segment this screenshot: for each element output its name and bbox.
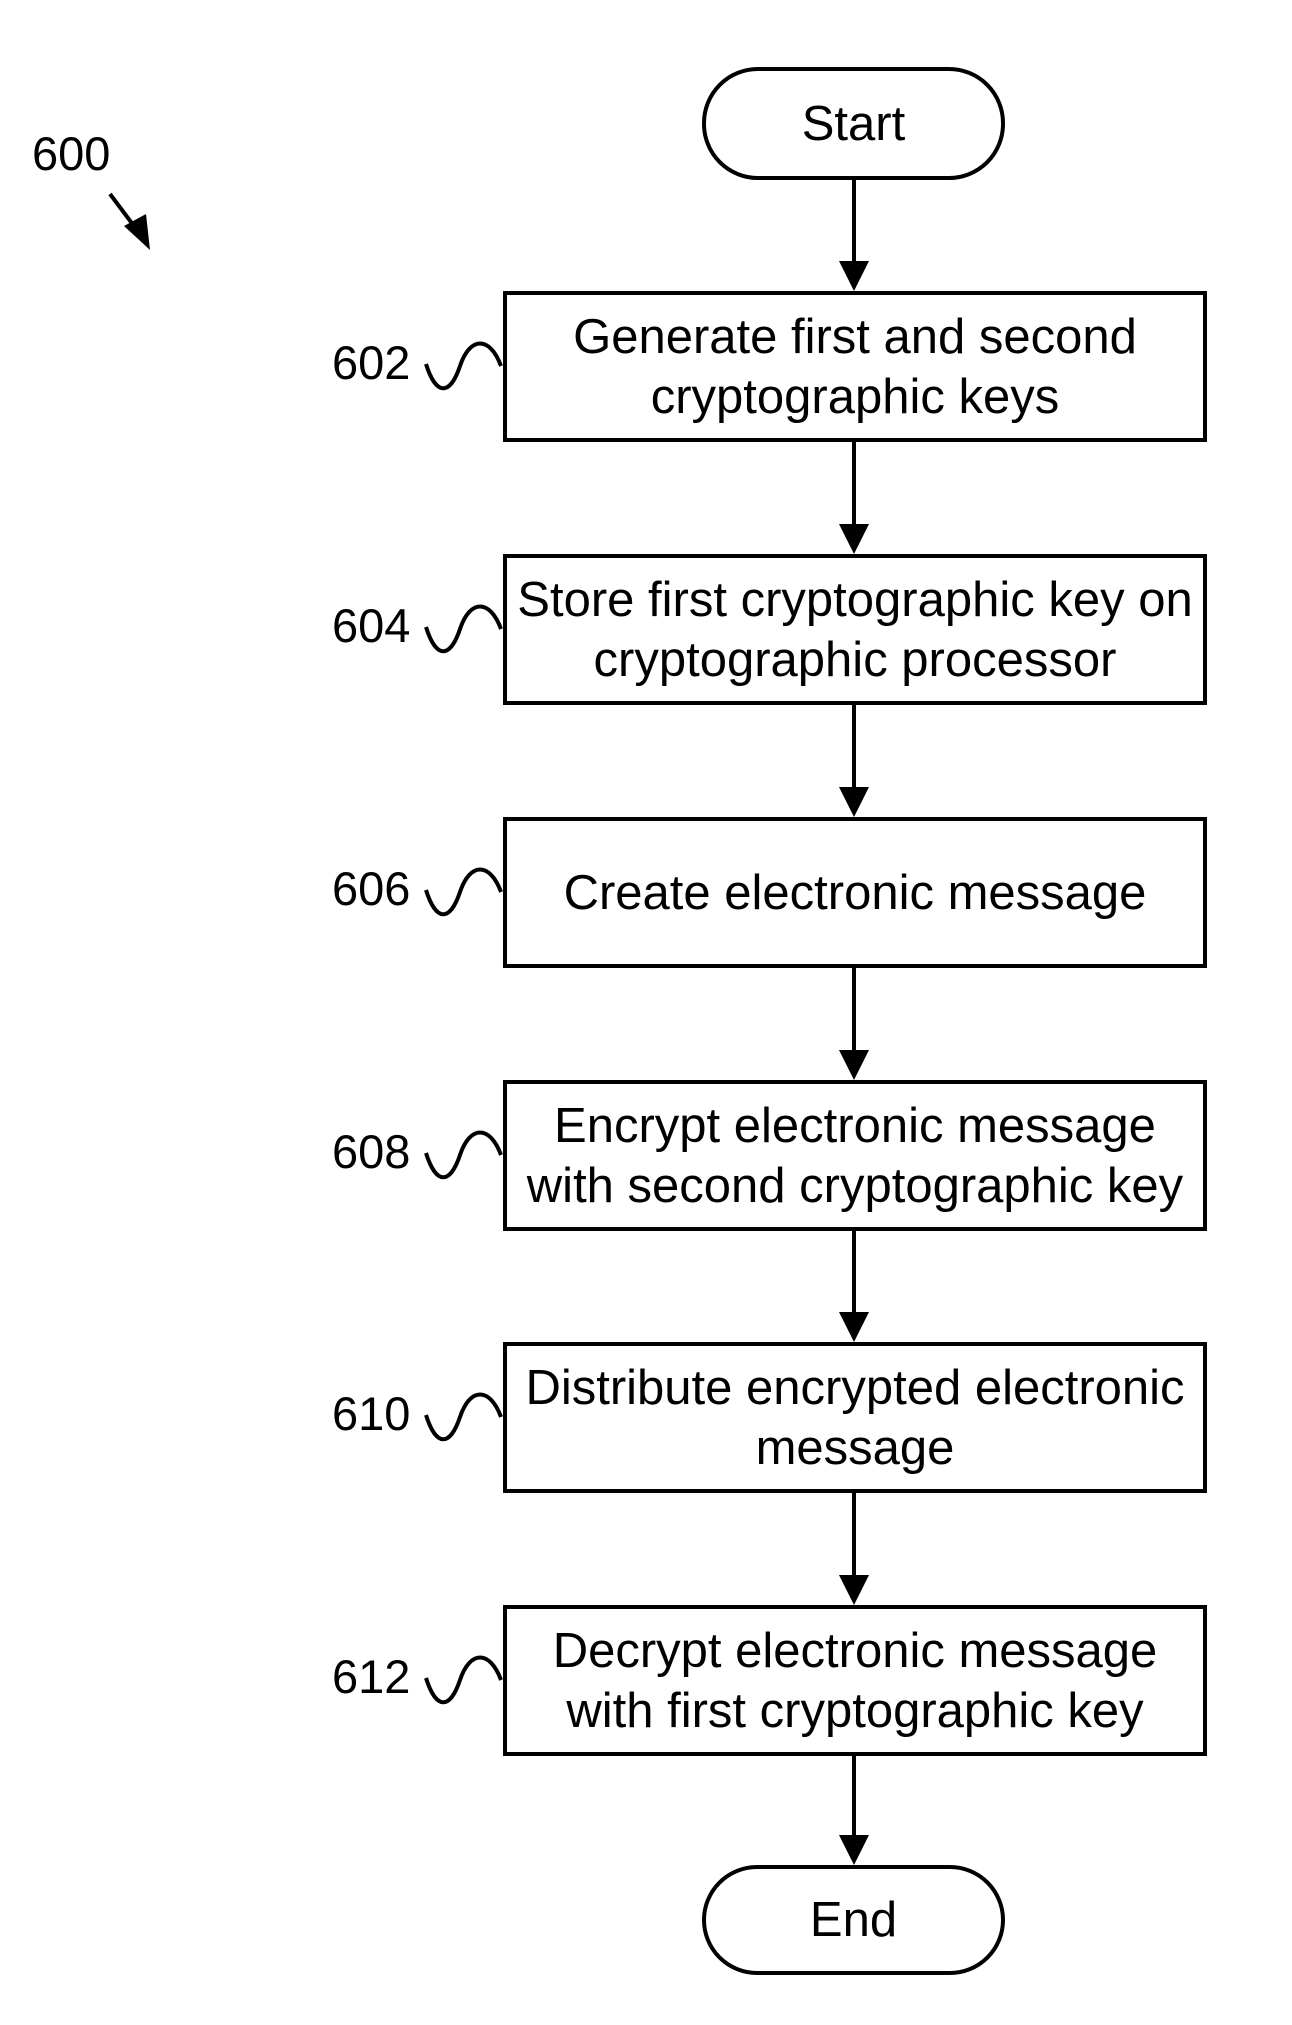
step-ref-number: 604	[332, 599, 411, 652]
step-text: Create electronic message	[563, 865, 1147, 920]
step-ref-number: 602	[332, 336, 411, 389]
leader-squiggle	[424, 341, 503, 391]
process-step: Generate first and second cryptographic …	[503, 291, 1207, 442]
process-step: Encrypt electronic message with second c…	[503, 1080, 1207, 1231]
arrowhead	[839, 787, 869, 817]
step-ref-number: 608	[332, 1125, 411, 1178]
step-ref-number: 612	[332, 1650, 411, 1703]
arrowhead	[839, 1835, 869, 1865]
start-terminal: Start	[702, 67, 1005, 180]
process-step: Create electronic message	[503, 817, 1207, 968]
process-step: Store first cryptographic key on cryptog…	[503, 554, 1207, 705]
process-step: Distribute encrypted electronic message	[503, 1342, 1207, 1493]
arrowhead	[839, 261, 869, 291]
step-ref-number: 610	[332, 1387, 411, 1440]
start-label: Start	[801, 96, 906, 151]
end-label: End	[809, 1893, 898, 1947]
arrowhead	[839, 524, 869, 554]
end-terminal: End	[702, 1865, 1005, 1975]
step-text: Distribute encrypted electronic message	[525, 1360, 1185, 1475]
step-ref-number: 606	[332, 862, 411, 915]
figure-label: 600	[32, 127, 111, 180]
step-text: Generate first and second cryptographic …	[573, 309, 1137, 424]
arrowhead	[839, 1575, 869, 1605]
leader-squiggle	[424, 867, 503, 917]
step-text: Decrypt electronic message with first cr…	[552, 1623, 1158, 1738]
process-step: Decrypt electronic message with first cr…	[503, 1605, 1207, 1756]
step-text: Encrypt electronic message with second c…	[526, 1098, 1184, 1213]
arrowhead	[839, 1312, 869, 1342]
leader-squiggle	[424, 1655, 503, 1705]
leader-squiggle	[424, 1392, 503, 1442]
leader-squiggle	[424, 1130, 503, 1180]
leader-squiggle	[424, 604, 503, 654]
step-text: Store first cryptographic key on cryptog…	[517, 572, 1193, 687]
arrowhead	[839, 1050, 869, 1080]
